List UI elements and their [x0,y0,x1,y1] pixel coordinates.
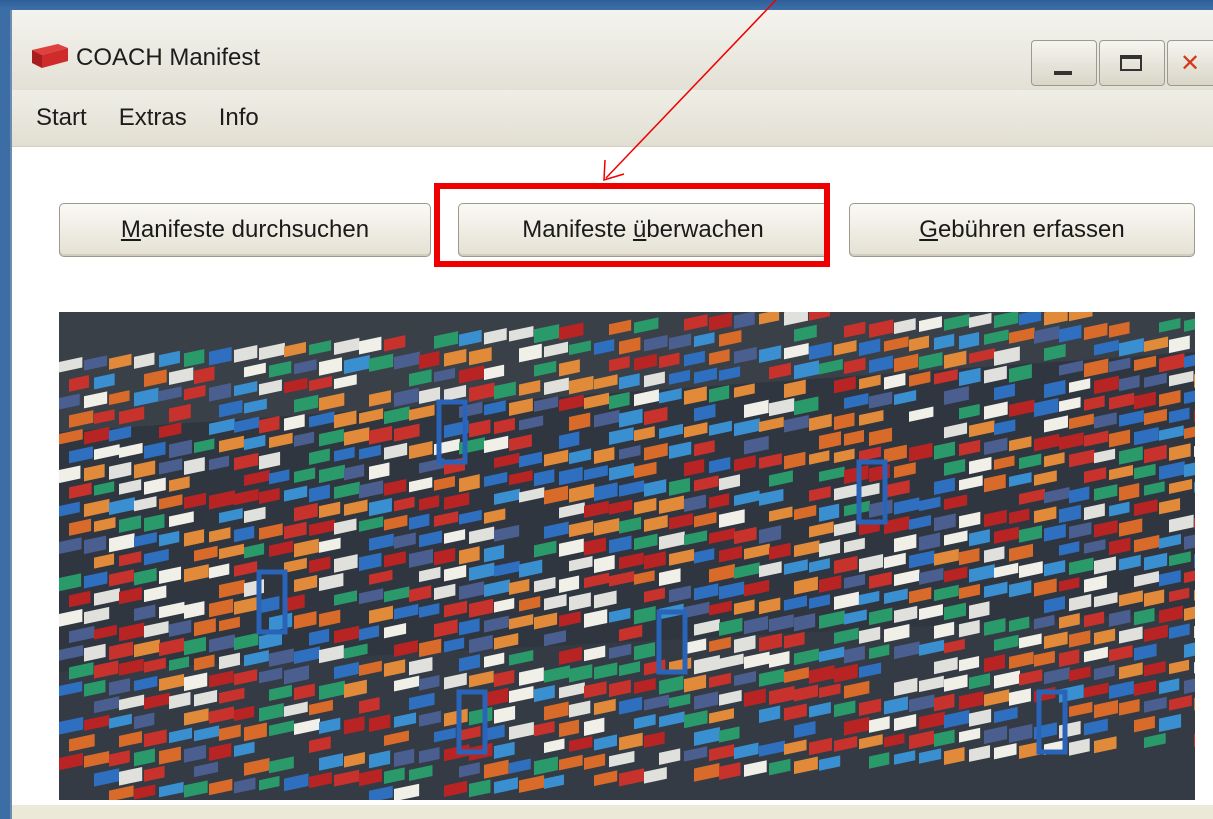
minimize-button[interactable] [1031,40,1097,86]
close-icon: ✕ [1180,49,1201,77]
container-terminal-illustration [59,312,1195,800]
container-app-icon [32,44,68,68]
menu-item-extras[interactable]: Extras [115,100,191,136]
monitor-manifests-button[interactable]: Manifeste ü berwachen [458,203,828,257]
window-controls: ✕ [1031,40,1213,86]
search-manifests-button[interactable]: Manifeste durchsuchen [59,203,431,257]
menu-item-info[interactable]: Info [215,100,263,136]
button-label-post: ebühren erfassen [937,216,1125,243]
button-label-pre: Manifeste [522,216,633,243]
close-button[interactable]: ✕ [1167,40,1213,86]
desktop-background [0,0,1213,10]
container-terminal-image [59,312,1195,800]
app-window: COACH Manifest ✕ Start Extras Info Manif… [10,10,1213,819]
maximize-button[interactable] [1099,40,1165,86]
menu-bar: Start Extras Info [12,90,1213,147]
button-label-accelerator: ü [632,216,647,243]
menu-item-start[interactable]: Start [32,100,91,136]
minimize-icon [1054,71,1072,75]
button-label-post: anifeste durchsuchen [140,216,370,243]
main-content: Manifeste durchsuchen Manifeste ü berwach… [12,147,1213,819]
maximize-icon [1120,55,1142,71]
button-label-post: berwachen [646,216,764,243]
button-label-accelerator: G [919,216,938,243]
action-button-row: Manifeste durchsuchen Manifeste ü berwach… [12,203,1213,263]
button-label-accelerator: M [120,216,141,243]
record-fees-button[interactable]: Gebühren erfassen [849,203,1195,257]
window-bottom-edge [12,805,1213,819]
window-title: COACH Manifest [76,44,261,71]
title-bar[interactable]: COACH Manifest ✕ [12,10,1213,91]
